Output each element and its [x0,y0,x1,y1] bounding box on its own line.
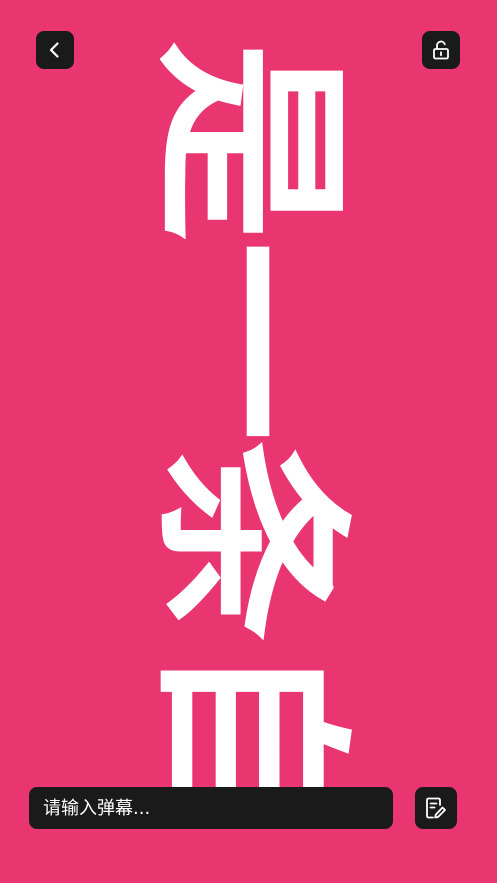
chevron-left-icon [45,40,65,60]
back-button[interactable] [36,31,74,69]
unlock-icon [430,39,452,61]
danmaku-input-bar[interactable] [29,787,393,829]
danmaku-input[interactable] [43,797,379,819]
edit-note-icon [423,795,449,821]
lock-toggle-button[interactable] [422,31,460,69]
danmaku-text: 是一条自 [132,40,365,842]
danmaku-stage: 是一条自 [0,0,497,883]
edit-button[interactable] [415,787,457,829]
